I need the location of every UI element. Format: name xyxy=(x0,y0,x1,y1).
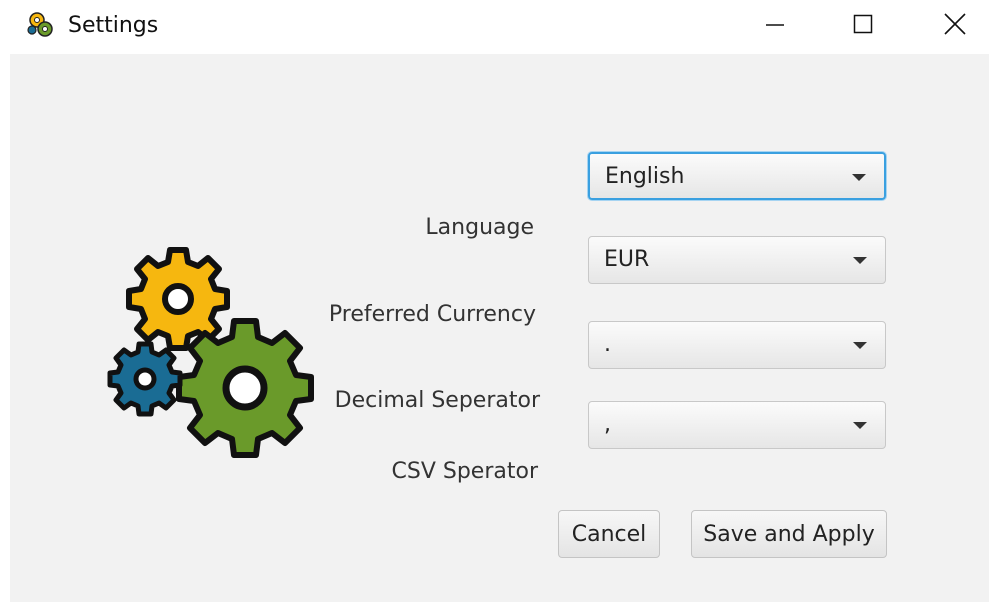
chevron-down-icon xyxy=(853,257,867,264)
gears-icon xyxy=(27,12,53,37)
language-select[interactable]: English xyxy=(588,152,886,200)
language-label: Language xyxy=(425,215,534,240)
close-button[interactable] xyxy=(920,0,989,48)
minimize-button[interactable] xyxy=(740,0,810,48)
gears-illustration-icon xyxy=(107,247,314,458)
cancel-button[interactable]: Cancel xyxy=(558,510,660,558)
decimal-separator-label: Decimal Seperator xyxy=(334,388,540,413)
chevron-down-icon xyxy=(853,422,867,429)
chevron-down-icon xyxy=(852,174,866,181)
settings-window: Settings Language Preferred Currency Dec… xyxy=(0,0,989,602)
minimize-icon xyxy=(766,24,784,26)
preferred-currency-label: Preferred Currency xyxy=(328,302,536,327)
language-select-value: English xyxy=(605,164,685,189)
csv-separator-select[interactable]: , xyxy=(588,401,886,449)
close-icon xyxy=(944,13,966,35)
maximize-button[interactable] xyxy=(828,0,898,48)
maximize-icon xyxy=(853,14,873,34)
chevron-down-icon xyxy=(853,342,867,349)
csv-separator-select-value: , xyxy=(604,412,611,437)
save-and-apply-button[interactable]: Save and Apply xyxy=(691,510,887,558)
currency-select[interactable]: EUR xyxy=(588,236,886,284)
currency-select-value: EUR xyxy=(604,247,650,272)
decimal-separator-select[interactable]: . xyxy=(588,321,886,369)
decimal-separator-select-value: . xyxy=(604,332,611,357)
window-title: Settings xyxy=(68,13,159,38)
csv-separator-label: CSV Sperator xyxy=(391,459,539,484)
title-bar[interactable]: Settings xyxy=(0,0,989,52)
